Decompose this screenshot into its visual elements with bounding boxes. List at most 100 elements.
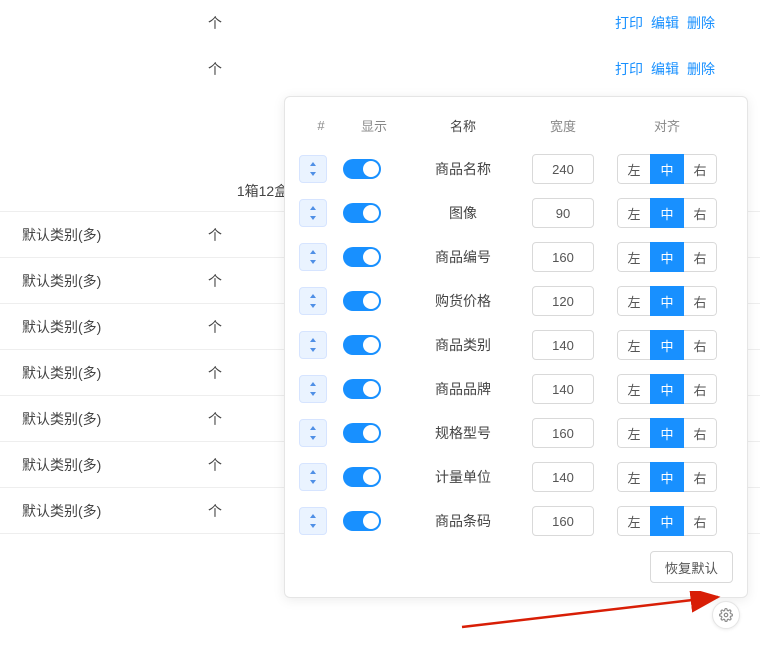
column-name: 商品条码: [405, 511, 521, 531]
width-input[interactable]: [532, 506, 594, 536]
drag-handle-icon[interactable]: [299, 331, 327, 359]
column-name: 商品名称: [405, 159, 521, 179]
visibility-toggle[interactable]: [343, 247, 381, 267]
align-center-button[interactable]: 中: [650, 198, 684, 228]
align-right-button[interactable]: 右: [683, 374, 717, 404]
header-show: 显示: [343, 116, 405, 135]
align-left-button[interactable]: 左: [617, 330, 651, 360]
align-center-button[interactable]: 中: [650, 154, 684, 184]
unit-cell: 个: [150, 455, 280, 475]
align-center-button[interactable]: 中: [650, 418, 684, 448]
unit-cell: 个: [150, 225, 280, 245]
unit-cell: 个: [150, 59, 280, 79]
delete-link[interactable]: 删除: [687, 59, 715, 79]
gear-icon[interactable]: [712, 601, 740, 629]
align-right-button[interactable]: 右: [683, 462, 717, 492]
align-right-button[interactable]: 右: [683, 286, 717, 316]
drag-handle-icon[interactable]: [299, 287, 327, 315]
align-right-button[interactable]: 右: [683, 330, 717, 360]
drag-handle-icon[interactable]: [299, 507, 327, 535]
align-right-button[interactable]: 右: [683, 506, 717, 536]
width-input[interactable]: [532, 462, 594, 492]
unit-cell: 个: [150, 317, 280, 337]
align-center-button[interactable]: 中: [650, 506, 684, 536]
column-name: 商品编号: [405, 247, 521, 267]
print-link[interactable]: 打印: [615, 13, 643, 33]
column-config-row: 计量单位 左中右: [299, 455, 733, 499]
align-right-button[interactable]: 右: [683, 242, 717, 272]
category-cell: 默认类别(多): [0, 363, 150, 383]
edit-link[interactable]: 编辑: [651, 13, 679, 33]
reset-default-button[interactable]: 恢复默认: [650, 551, 733, 583]
column-settings-panel: # 显示 名称 宽度 对齐 商品名称左中右图像左中右商品编号左中右购货价格左中右…: [284, 96, 748, 598]
width-input[interactable]: [532, 374, 594, 404]
drag-handle-icon[interactable]: [299, 419, 327, 447]
width-input[interactable]: [532, 286, 594, 316]
column-config-row: 商品编号 左中右: [299, 235, 733, 279]
column-name: 购货价格: [405, 291, 521, 311]
column-config-row: 商品名称 左中右: [299, 147, 733, 191]
column-config-row: 商品类别 左中右: [299, 323, 733, 367]
align-left-button[interactable]: 左: [617, 462, 651, 492]
unit-cell: 个: [150, 271, 280, 291]
category-cell: 默认类别(多): [0, 271, 150, 291]
visibility-toggle[interactable]: [343, 203, 381, 223]
width-input[interactable]: [532, 418, 594, 448]
column-name: 商品品牌: [405, 379, 521, 399]
align-left-button[interactable]: 左: [617, 242, 651, 272]
column-name: 规格型号: [405, 423, 521, 443]
drag-handle-icon[interactable]: [299, 375, 327, 403]
drag-handle-icon[interactable]: [299, 243, 327, 271]
width-input[interactable]: [532, 242, 594, 272]
category-cell: 默认类别(多): [0, 455, 150, 475]
header-drag: #: [299, 118, 343, 133]
unit-cell: 个: [150, 13, 280, 33]
align-center-button[interactable]: 中: [650, 286, 684, 316]
align-center-button[interactable]: 中: [650, 242, 684, 272]
align-right-button[interactable]: 右: [683, 198, 717, 228]
column-name: 计量单位: [405, 467, 521, 487]
drag-handle-icon[interactable]: [299, 463, 327, 491]
width-input[interactable]: [532, 154, 594, 184]
print-link[interactable]: 打印: [615, 59, 643, 79]
drag-handle-icon[interactable]: [299, 199, 327, 227]
visibility-toggle[interactable]: [343, 159, 381, 179]
align-left-button[interactable]: 左: [617, 374, 651, 404]
drag-handle-icon[interactable]: [299, 155, 327, 183]
align-left-button[interactable]: 左: [617, 286, 651, 316]
unit-cell: 个: [150, 409, 280, 429]
edit-link[interactable]: 编辑: [651, 59, 679, 79]
visibility-toggle[interactable]: [343, 379, 381, 399]
visibility-toggle[interactable]: [343, 467, 381, 487]
visibility-toggle[interactable]: [343, 291, 381, 311]
column-name: 商品类别: [405, 335, 521, 355]
visibility-toggle[interactable]: [343, 423, 381, 443]
unit-cell: 个: [150, 363, 280, 383]
align-center-button[interactable]: 中: [650, 330, 684, 360]
header-align: 对齐: [605, 116, 729, 135]
panel-header: # 显示 名称 宽度 对齐: [299, 103, 733, 147]
align-left-button[interactable]: 左: [617, 418, 651, 448]
column-config-row: 商品品牌 左中右: [299, 367, 733, 411]
align-right-button[interactable]: 右: [683, 418, 717, 448]
delete-link[interactable]: 删除: [687, 13, 715, 33]
align-center-button[interactable]: 中: [650, 374, 684, 404]
header-name: 名称: [405, 116, 521, 135]
align-left-button[interactable]: 左: [617, 506, 651, 536]
align-left-button[interactable]: 左: [617, 198, 651, 228]
category-cell: 默认类别(多): [0, 501, 150, 521]
column-config-row: 商品条码 左中右: [299, 499, 733, 543]
align-center-button[interactable]: 中: [650, 462, 684, 492]
unit-cell: 个: [150, 501, 280, 521]
width-input[interactable]: [532, 198, 594, 228]
width-input[interactable]: [532, 330, 594, 360]
align-left-button[interactable]: 左: [617, 154, 651, 184]
visibility-toggle[interactable]: [343, 335, 381, 355]
row-actions: 打印 编辑 删除: [615, 59, 715, 79]
row-actions: 打印 编辑 删除: [615, 13, 715, 33]
visibility-toggle[interactable]: [343, 511, 381, 531]
header-width: 宽度: [521, 116, 605, 135]
category-cell: 默认类别(多): [0, 225, 150, 245]
align-right-button[interactable]: 右: [683, 154, 717, 184]
category-cell: 默认类别(多): [0, 409, 150, 429]
